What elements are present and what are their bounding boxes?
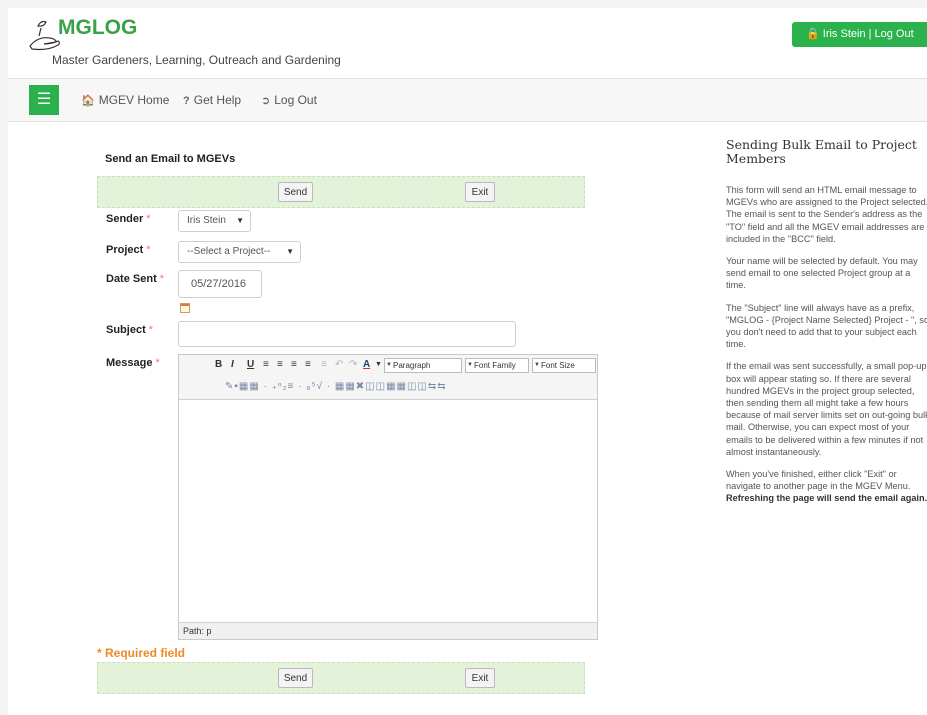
lock-icon: 🔒 — [806, 28, 820, 40]
help-paragraph: Your name will be selected by default. Y… — [726, 256, 918, 291]
undo-icon[interactable]: ↶ — [335, 359, 343, 370]
nav-label: Log Out — [274, 93, 317, 107]
project-value: --Select a Project-- — [187, 246, 271, 257]
editor-toolbar-icons[interactable]: ✎▪▦▦ · ₊ⁿ₂≡ · ₈⁵√ · ▦▦✖◫◫▦▦◫◫⇆⇆ — [225, 381, 447, 392]
calendar-icon[interactable] — [180, 303, 190, 313]
redo-icon[interactable]: ↷ — [349, 359, 357, 370]
underline-button[interactable]: U — [247, 359, 254, 370]
font-size-select[interactable]: ▼ Font Size — [532, 358, 596, 373]
required-marker: * — [155, 357, 160, 369]
home-icon: 🏠 — [81, 95, 95, 107]
required-marker: * — [146, 244, 151, 256]
help-paragraph: When you've finished, either click "Exit… — [726, 468, 927, 505]
dropdown-caret-icon: ▼ — [386, 362, 392, 368]
text-color-icon[interactable]: A — [363, 359, 370, 370]
bottom-button-bar: Send Exit — [97, 662, 585, 694]
dropdown-caret-icon: ▼ — [236, 216, 244, 225]
align-right-icon[interactable]: ≡ — [291, 359, 297, 370]
help-text: When you've finished, either click "Exit… — [726, 469, 911, 492]
sidebar-title: Sending Bulk Email to Project Members — [726, 137, 917, 166]
help-paragraph: The "Subject" line will always have as a… — [726, 302, 927, 350]
user-logout-button[interactable]: 🔒 Iris Stein | Log Out — [792, 22, 927, 47]
list-icon[interactable]: ≡ — [321, 359, 327, 370]
project-label: Project * — [106, 244, 151, 256]
text-color-dropdown-icon[interactable]: ▼ — [375, 361, 382, 368]
subject-label: Subject * — [106, 324, 154, 336]
send-button-bottom[interactable]: Send — [278, 668, 313, 688]
help-warning: Refreshing the page will send the email … — [726, 493, 927, 504]
sidebar-help: This form will send an HTML email messag… — [726, 184, 927, 515]
dropdown-caret-icon: ▼ — [286, 247, 294, 256]
hamburger-icon: ☰ — [36, 91, 52, 108]
message-editor: B I U ≡ ≡ ≡ ≡ ≡ ↶ ↷ A ▼ ▼ Paragraph ▼ Font… — [178, 354, 598, 640]
align-center-icon[interactable]: ≡ — [277, 359, 283, 370]
date-sent-input[interactable]: 05/27/2016 — [178, 270, 262, 298]
exit-button-bottom[interactable]: Exit — [465, 668, 495, 688]
dropdown-caret-icon: ▼ — [467, 362, 473, 368]
nav-item-log-out[interactable]: ➲ Log Out — [261, 79, 317, 121]
required-marker: * — [159, 273, 165, 285]
sender-select[interactable]: Iris Stein ▼ — [178, 210, 251, 232]
nav-item-get-help[interactable]: ? Get Help — [183, 79, 241, 121]
page: MGLOG Master Gardeners, Learning, Outrea… — [8, 8, 927, 715]
date-sent-value: 05/27/2016 — [191, 278, 247, 290]
subject-input[interactable] — [178, 321, 516, 347]
logout-icon: ➲ — [261, 95, 271, 107]
app-tagline: Master Gardeners, Learning, Outreach and… — [52, 53, 341, 67]
required-marker: * — [146, 213, 151, 225]
format-select[interactable]: ▼ Paragraph — [384, 358, 462, 373]
sender-label: Sender * — [106, 213, 151, 225]
editor-toolbar-row-1: B I U ≡ ≡ ≡ ≡ ≡ ↶ ↷ A ▼ ▼ Paragraph ▼ Font… — [179, 355, 597, 377]
font-size-value: Font Size — [541, 361, 575, 370]
navbar: ☰ 🏠 MGEV Home ? Get Help ➲ Log Out — [8, 78, 927, 122]
editor-path: Path: p — [179, 622, 597, 639]
send-button-top[interactable]: Send — [278, 182, 313, 202]
project-select[interactable]: --Select a Project-- ▼ — [178, 241, 301, 263]
nav-label: Get Help — [193, 93, 242, 107]
help-paragraph: If the email was sent successfully, a sm… — [726, 361, 927, 457]
nav-item-mgev-home[interactable]: 🏠 MGEV Home — [81, 79, 169, 121]
help-paragraph: This form will send an HTML email messag… — [726, 185, 927, 244]
menu-toggle-button[interactable]: ☰ — [29, 85, 59, 115]
dropdown-caret-icon: ▼ — [534, 362, 540, 368]
editor-toolbar-row-2: ✎▪▦▦ · ₊ⁿ₂≡ · ₈⁵√ · ▦▦✖◫◫▦▦◫◫⇆⇆ — [179, 377, 597, 400]
format-select-value: Paragraph — [393, 361, 431, 370]
message-label: Message * — [106, 357, 160, 369]
align-justify-icon[interactable]: ≡ — [305, 359, 311, 370]
required-field-note: * Required field — [97, 646, 186, 660]
question-icon: ? — [183, 95, 190, 107]
sender-value: Iris Stein — [187, 215, 226, 226]
italic-button[interactable]: I — [231, 359, 234, 370]
nav-label: MGEV Home — [98, 93, 170, 107]
required-marker: * — [148, 324, 154, 336]
exit-button-top[interactable]: Exit — [465, 182, 495, 202]
user-logout-label: Iris Stein | Log Out — [822, 28, 914, 40]
align-left-icon[interactable]: ≡ — [263, 359, 269, 370]
message-edit-area[interactable] — [179, 400, 597, 622]
date-sent-label: Date Sent * — [106, 273, 165, 285]
form-title: Send an Email to MGEVs — [105, 153, 236, 165]
app-title: MGLOG — [58, 16, 138, 39]
font-family-select[interactable]: ▼ Font Family — [465, 358, 529, 373]
bold-button[interactable]: B — [215, 359, 222, 370]
top-button-bar: Send Exit — [97, 176, 585, 208]
font-family-value: Font Family — [474, 361, 516, 370]
